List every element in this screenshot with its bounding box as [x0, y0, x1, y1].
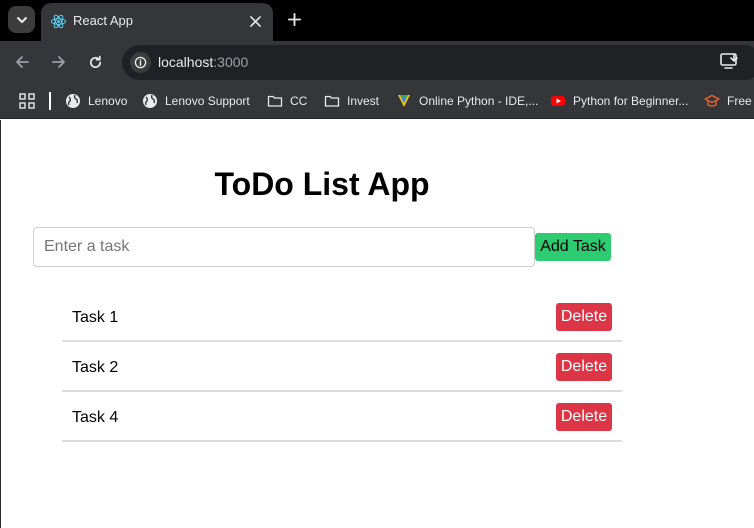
bookmark-label: Free A	[727, 94, 754, 108]
react-logo-icon	[50, 14, 67, 29]
browser-tab-active[interactable]: React App	[41, 3, 273, 41]
globe-icon	[66, 94, 80, 108]
bookmarks-separator	[49, 92, 51, 110]
tab-close-button[interactable]	[245, 11, 265, 31]
tab-search-button[interactable]	[8, 6, 35, 33]
bookmarks-bar: Lenovo Lenovo Support CC Invest Online P…	[0, 83, 754, 119]
graduation-cap-icon	[704, 94, 720, 107]
add-task-button[interactable]: Add Task	[535, 233, 611, 261]
install-app-icon[interactable]	[719, 51, 739, 71]
plus-icon	[287, 12, 301, 26]
bookmark-python-beginners[interactable]: Python for Beginner...	[550, 92, 688, 110]
task-list: Task 1 Delete Task 2 Delete Task 4 Delet…	[62, 292, 622, 442]
task-item: Task 1 Delete	[62, 292, 622, 342]
url-port: :3000	[213, 54, 249, 70]
bookmark-lenovo-support[interactable]: Lenovo Support	[142, 92, 250, 110]
task-item: Task 2 Delete	[62, 342, 622, 392]
task-input[interactable]	[33, 227, 535, 267]
reload-button[interactable]	[83, 50, 107, 74]
tab-title: React App	[73, 13, 133, 28]
browser-toolbar: localhost:3000	[0, 41, 754, 83]
youtube-icon	[551, 96, 565, 106]
python-ide-icon	[398, 95, 410, 107]
delete-task-button[interactable]: Delete	[556, 353, 612, 381]
bookmark-label: Python for Beginner...	[573, 94, 689, 108]
task-text: Task 1	[72, 309, 119, 326]
tab-strip: React App	[0, 0, 754, 41]
bookmark-label: Invest	[347, 94, 380, 108]
folder-icon	[324, 95, 340, 107]
url-text: localhost:3000	[158, 54, 248, 70]
folder-icon	[267, 95, 283, 107]
info-icon	[134, 56, 147, 69]
task-text: Task 4	[72, 409, 119, 426]
chevron-down-icon	[16, 16, 27, 23]
back-arrow-icon	[16, 56, 29, 68]
delete-task-button[interactable]: Delete	[556, 403, 612, 431]
address-bar[interactable]: localhost:3000	[122, 45, 754, 80]
bookmark-label: Lenovo	[88, 94, 128, 108]
forward-button[interactable]	[47, 50, 71, 74]
page-viewport: ToDo List App Add Task Task 1 Delete Tas…	[0, 120, 754, 528]
globe-icon	[143, 94, 157, 108]
bookmark-label: Online Python - IDE,...	[419, 94, 539, 108]
task-text: Task 2	[72, 359, 119, 376]
delete-task-button[interactable]: Delete	[556, 303, 612, 331]
bookmark-lenovo[interactable]: Lenovo	[65, 92, 127, 110]
reload-icon	[89, 55, 101, 68]
bookmark-label: Lenovo Support	[165, 94, 250, 108]
new-tab-button[interactable]	[283, 8, 305, 30]
bookmark-free-a[interactable]: Free A	[704, 92, 754, 110]
back-button[interactable]	[10, 50, 34, 74]
task-item: Task 4 Delete	[62, 392, 622, 442]
bookmark-folder-cc[interactable]: CC	[267, 92, 307, 110]
bookmark-folder-invest[interactable]: Invest	[324, 92, 379, 110]
bookmark-label: CC	[290, 94, 308, 108]
close-icon	[249, 15, 261, 27]
url-host: localhost	[158, 54, 214, 70]
page-title: ToDo List App	[214, 166, 430, 202]
forward-arrow-icon	[52, 56, 65, 68]
site-info-button[interactable]	[130, 52, 151, 73]
bookmark-online-python[interactable]: Online Python - IDE,...	[396, 92, 538, 110]
apps-grid-icon[interactable]	[19, 93, 35, 109]
